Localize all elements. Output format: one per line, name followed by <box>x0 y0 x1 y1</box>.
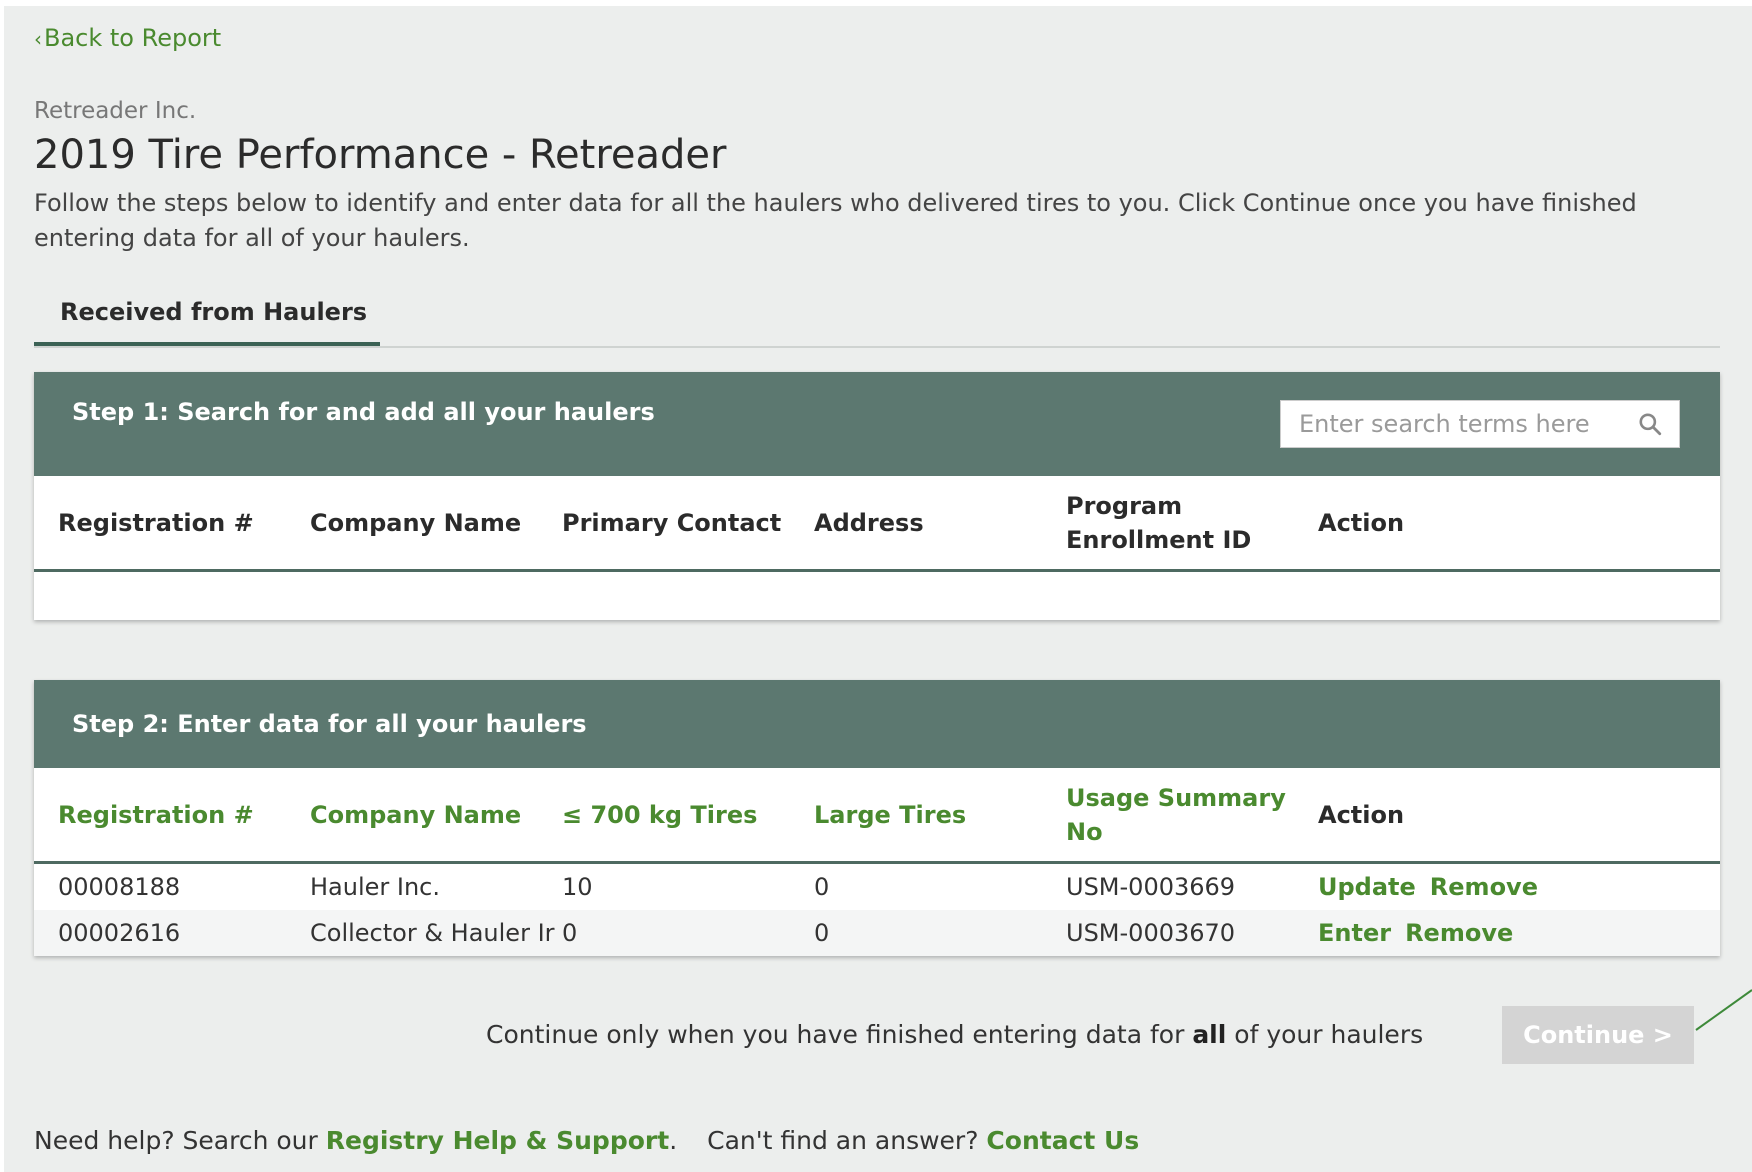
step1-header: Step 1: Search for and add all your haul… <box>34 372 1720 476</box>
col-company-name-sortable[interactable]: Company Name <box>310 798 521 832</box>
col-action: Action <box>1318 509 1405 537</box>
continue-note: Continue only when you have finished ent… <box>486 1020 1423 1049</box>
hauler-search-box <box>1280 400 1680 448</box>
answer-prefix: Can't find an answer? <box>707 1126 987 1155</box>
cell-large-tires: 0 <box>814 919 830 947</box>
search-icon[interactable] <box>1637 411 1663 437</box>
cell-actions: Enter Remove <box>1318 918 1527 948</box>
cell-usage-summary: USM-0003670 <box>1066 919 1236 947</box>
update-button[interactable]: Update <box>1318 873 1416 901</box>
cell-usage-summary: USM-0003669 <box>1066 873 1236 901</box>
col-program-enrollment-id: Program Enrollment ID <box>1066 492 1252 554</box>
chevron-left-icon: ‹ <box>34 27 42 51</box>
step1-empty-row <box>34 572 1720 618</box>
step1-title: Step 1: Search for and add all your haul… <box>72 398 655 426</box>
tab-bar: Received from Haulers <box>34 292 1720 348</box>
cell-small-tires: 10 <box>562 873 593 901</box>
cell-registration: 00002616 <box>58 919 181 947</box>
organization-name: Retreader Inc. <box>34 98 197 124</box>
back-link-label: Back to Report <box>44 24 222 52</box>
cell-company: Collector & Hauler Ir <box>310 919 555 947</box>
col-large-tires-sortable[interactable]: Large Tires <box>814 798 966 832</box>
col-registration: Registration # <box>58 509 254 537</box>
col-action: Action <box>1318 801 1405 829</box>
continue-note-before: Continue only when you have finished ent… <box>486 1020 1193 1049</box>
tab-received-from-haulers[interactable]: Received from Haulers <box>34 292 380 346</box>
table-row: 00008188 Hauler Inc. 10 0 USM-0003669 Up… <box>34 864 1720 910</box>
step1-table-header: Registration # Company Name Primary Cont… <box>34 476 1720 572</box>
page-description: Follow the steps below to identify and e… <box>34 189 1637 252</box>
contact-us-link[interactable]: Contact Us <box>986 1126 1139 1155</box>
hauler-search-input[interactable] <box>1281 401 1637 447</box>
cell-small-tires: 0 <box>562 919 578 947</box>
continue-note-bold: all <box>1192 1020 1227 1049</box>
table-row: 00002616 Collector & Hauler Ir 0 0 USM-0… <box>34 910 1720 956</box>
help-footer: Need help? Search our Registry Help & Su… <box>34 1126 1139 1155</box>
cell-large-tires: 0 <box>814 873 830 901</box>
col-small-tires-sortable[interactable]: ≤ 700 kg Tires <box>562 798 757 832</box>
continue-button[interactable]: Continue > <box>1502 1006 1694 1064</box>
col-primary-contact: Primary Contact <box>562 509 782 537</box>
help-prefix: Need help? Search our <box>34 1126 326 1155</box>
enter-button[interactable]: Enter <box>1318 919 1391 947</box>
cell-company: Hauler Inc. <box>310 873 441 901</box>
cell-actions: Update Remove <box>1318 872 1552 902</box>
step2-table-header: Registration # Company Name ≤ 700 kg Tir… <box>34 768 1720 864</box>
step2-title: Step 2: Enter data for all your haulers <box>72 710 587 738</box>
col-usage-summary-sortable[interactable]: Usage Summary No <box>1066 781 1286 849</box>
back-to-report-link[interactable]: ‹Back to Report <box>34 24 221 52</box>
step2-card: Step 2: Enter data for all your haulers … <box>34 680 1720 956</box>
help-suffix: . <box>669 1126 678 1155</box>
page-title: 2019 Tire Performance - Retreader <box>34 132 727 178</box>
continue-note-after: of your haulers <box>1226 1020 1424 1049</box>
remove-button[interactable]: Remove <box>1430 873 1538 901</box>
col-company-name: Company Name <box>310 509 522 537</box>
page-root: ‹Back to Report Retreader Inc. 2019 Tire… <box>4 6 1752 1172</box>
registry-help-link[interactable]: Registry Help & Support <box>326 1126 669 1155</box>
col-registration-sortable[interactable]: Registration # <box>58 798 254 832</box>
col-address: Address <box>814 509 924 537</box>
step1-card: Step 1: Search for and add all your haul… <box>34 372 1720 620</box>
step2-header: Step 2: Enter data for all your haulers <box>34 680 1720 768</box>
remove-button[interactable]: Remove <box>1405 919 1513 947</box>
cell-registration: 00008188 <box>58 873 181 901</box>
